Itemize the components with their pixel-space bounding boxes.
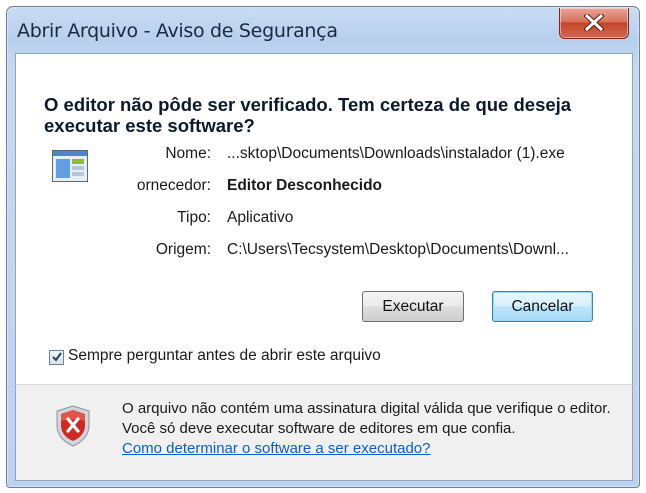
always-ask-checkbox[interactable]	[49, 350, 64, 365]
run-button[interactable]: Executar	[362, 291, 464, 322]
security-footer: O arquivo não contém uma assinatura digi…	[15, 384, 633, 481]
field-label: Origem:	[155, 241, 211, 258]
help-link[interactable]: Como determinar o software a ser executa…	[122, 440, 431, 457]
security-warning-dialog: Abrir Arquivo - Aviso de Segurança O edi…	[6, 6, 640, 488]
security-shield-error-icon	[55, 405, 91, 452]
field-value: Aplicativo	[227, 209, 294, 226]
field-row-type: Tipo: Aplicativo	[16, 209, 632, 233]
field-value: C:\Users\Tecsystem\Desktop\Documents\Dow…	[227, 241, 569, 258]
field-row-publisher: ornecedor: Editor Desconhecido	[16, 177, 632, 201]
field-row-origin: Origem: C:\Users\Tecsystem\Desktop\Docum…	[16, 241, 632, 265]
footer-message: O arquivo não contém uma assinatura digi…	[122, 399, 622, 459]
checkbox-label: Sempre perguntar antes de abrir este arq…	[68, 347, 381, 364]
field-value: Editor Desconhecido	[227, 177, 383, 194]
close-button[interactable]	[559, 8, 629, 39]
field-label: Tipo:	[177, 209, 211, 226]
field-value: ...sktop\Documents\Downloads\instalador …	[227, 145, 565, 162]
field-label: Nome:	[165, 145, 211, 162]
checkmark-icon	[52, 352, 62, 362]
window-title: Abrir Arquivo - Aviso de Segurança	[17, 20, 338, 42]
close-x-icon	[584, 14, 604, 31]
cancel-button[interactable]: Cancelar	[492, 291, 593, 322]
title-bar[interactable]: Abrir Arquivo - Aviso de Segurança	[7, 7, 639, 53]
field-label: ornecedor:	[136, 177, 211, 194]
footer-warning-text: O arquivo não contém uma assinatura digi…	[122, 400, 611, 437]
field-row-name: Nome: ...sktop\Documents\Downloads\insta…	[16, 145, 632, 169]
warning-heading: O editor não pôde ser verificado. Tem ce…	[44, 94, 572, 136]
dialog-content: O editor não pôde ser verificado. Tem ce…	[15, 53, 633, 385]
